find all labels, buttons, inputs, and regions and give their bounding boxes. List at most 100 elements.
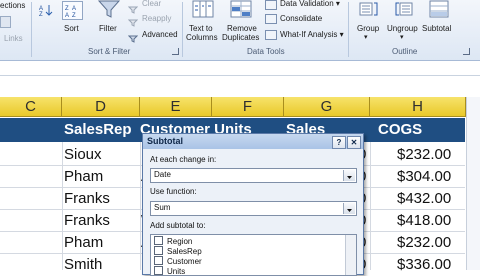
at-each-change-value: Date [154, 170, 171, 179]
checkbox[interactable] [154, 266, 163, 275]
cell-cogs[interactable]: $232.00 [397, 144, 451, 166]
text-to-columns-line1[interactable]: Text to [189, 24, 213, 33]
what-if-analysis-button[interactable]: What-If Analysis ▾ [280, 30, 344, 39]
remove-duplicates-line1[interactable]: Remove [227, 24, 257, 33]
advanced-filter-icon[interactable] [127, 30, 139, 43]
outline-group-label: Outline [392, 47, 418, 56]
svg-text:A: A [65, 13, 69, 19]
svg-text:Z: Z [65, 6, 69, 12]
what-if-icon[interactable] [265, 30, 277, 40]
list-item-label: Customer [167, 257, 202, 266]
sort-dialog-icon[interactable]: ZAAZ [62, 1, 83, 20]
reapply-icon[interactable] [127, 14, 139, 27]
consolidate-icon[interactable] [265, 14, 277, 24]
list-item-label: SalesRep [167, 247, 202, 256]
filter-button[interactable]: Filter [99, 24, 117, 33]
sort-filter-launcher-icon[interactable] [172, 48, 179, 55]
cell-cogs[interactable]: $432.00 [397, 188, 451, 210]
sort-az-icon[interactable]: AZ [38, 3, 54, 18]
connections-label[interactable]: ections [0, 1, 25, 10]
group-separator [348, 2, 349, 57]
cell-salesrep[interactable]: Sioux [64, 144, 102, 166]
text-to-columns-line2[interactable]: Columns [186, 33, 218, 42]
clear-icon[interactable] [127, 1, 139, 14]
data-tools-group-label: Data Tools [247, 47, 285, 56]
sort-button[interactable]: Sort [64, 24, 79, 33]
cell-salesrep[interactable]: Pham [64, 166, 103, 188]
sort-filter-group-label: Sort & Filter [88, 47, 131, 56]
cell-salesrep[interactable]: Smith [64, 254, 102, 276]
chevron-down-icon[interactable] [343, 170, 355, 181]
column-header-f[interactable]: F [212, 97, 284, 117]
use-function-select[interactable]: Sum [150, 201, 357, 216]
cell-cogs[interactable]: $336.00 [397, 254, 451, 276]
at-each-change-label: At each change in: [150, 155, 217, 164]
column-header-g[interactable]: G [284, 97, 370, 117]
gridline [62, 142, 63, 270]
cell-salesrep[interactable]: Franks [64, 210, 110, 232]
dialog-title-bar[interactable]: Subtotal ? ✕ [143, 134, 363, 149]
reapply-button[interactable]: Reapply [142, 14, 171, 23]
clear-button[interactable]: Clear [142, 0, 161, 8]
data-validation-button[interactable]: Data Validation ▾ [280, 0, 340, 8]
list-item[interactable]: Region [154, 236, 192, 246]
filter-funnel-icon[interactable] [97, 0, 121, 18]
subtotal-button[interactable]: Subtotal [422, 24, 451, 33]
help-button[interactable]: ? [332, 136, 346, 149]
group-icon[interactable] [359, 0, 379, 18]
list-item[interactable]: SalesRep [154, 246, 202, 256]
ribbon: ections Links AZ ZAAZ Sort Filter Clear … [0, 0, 480, 61]
sheet-top-spacer [0, 76, 480, 96]
list-item-label: Region [167, 237, 193, 246]
subtotal-dialog: Subtotal ? ✕ At each change in: Date Use… [142, 133, 364, 276]
remove-duplicates-line2[interactable]: Duplicates [222, 33, 259, 42]
checkbox[interactable] [154, 256, 163, 265]
list-item-label: Units [167, 267, 186, 276]
column-header-h[interactable]: H [370, 97, 466, 117]
svg-text:A: A [72, 6, 76, 12]
at-each-change-select[interactable]: Date [150, 168, 357, 183]
ungroup-icon[interactable] [394, 0, 414, 18]
cell-salesrep[interactable]: Pham [64, 232, 103, 254]
list-item[interactable]: Customer [154, 256, 202, 266]
cell-cogs[interactable]: $418.00 [397, 210, 451, 232]
svg-text:Z: Z [72, 13, 76, 19]
consolidate-button[interactable]: Consolidate [280, 14, 322, 23]
add-subtotal-label: Add subtotal to: [150, 221, 206, 230]
chevron-down-icon[interactable] [343, 203, 355, 214]
properties-icon[interactable] [0, 16, 11, 28]
cell-cogs[interactable]: $232.00 [397, 232, 451, 254]
checkbox[interactable] [154, 236, 163, 245]
dialog-title: Subtotal [147, 136, 183, 146]
sheet-edge [466, 97, 480, 270]
remove-duplicates-icon[interactable] [230, 0, 252, 18]
gridline [370, 142, 371, 270]
edit-links-label[interactable]: Links [4, 34, 23, 43]
cell-salesrep[interactable]: Franks [64, 188, 110, 210]
group-button[interactable]: Group [357, 24, 379, 33]
list-scrollbar[interactable] [345, 235, 356, 275]
group-dropdown-arrow[interactable]: ▾ [364, 33, 368, 41]
svg-text:Z: Z [39, 12, 43, 17]
column-header-d[interactable]: D [62, 97, 140, 117]
data-validation-icon[interactable] [265, 0, 277, 10]
list-item[interactable]: Units [154, 266, 186, 276]
group-separator [182, 2, 183, 57]
checkbox[interactable] [154, 246, 163, 255]
subtotal-icon[interactable] [429, 0, 449, 18]
ungroup-dropdown-arrow[interactable]: ▾ [400, 33, 404, 41]
formula-bar[interactable] [0, 61, 480, 76]
header-cogs[interactable]: COGS [378, 118, 422, 142]
use-function-label: Use function: [150, 187, 197, 196]
group-separator [31, 2, 32, 57]
close-button[interactable]: ✕ [347, 136, 361, 149]
text-to-columns-icon[interactable] [192, 0, 214, 18]
column-header-c[interactable]: C [0, 97, 62, 117]
advanced-button[interactable]: Advanced [142, 30, 178, 39]
header-salesrep[interactable]: SalesRep [64, 118, 132, 142]
column-header-e[interactable]: E [140, 97, 212, 117]
cell-cogs[interactable]: $304.00 [397, 166, 451, 188]
ungroup-button[interactable]: Ungroup [387, 24, 418, 33]
use-function-value: Sum [154, 203, 171, 212]
outline-launcher-icon[interactable] [463, 48, 470, 55]
